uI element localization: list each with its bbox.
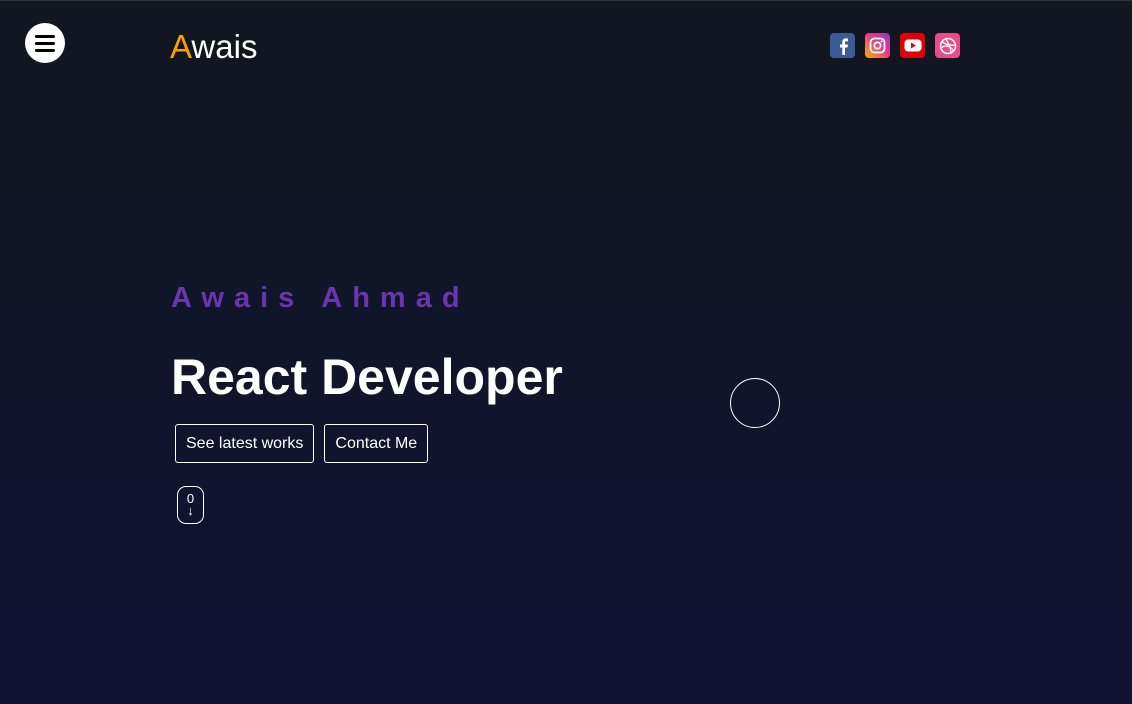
hero-actions: See latest works Contact Me xyxy=(175,424,429,463)
youtube-icon xyxy=(904,39,921,52)
logo[interactable]: Awais xyxy=(170,28,257,66)
instagram-link[interactable] xyxy=(865,33,890,58)
arrow-down-icon: ↓ xyxy=(187,503,194,518)
dribbble-link[interactable] xyxy=(935,33,960,58)
logo-text: wais xyxy=(191,28,258,65)
dribbble-icon xyxy=(939,37,956,54)
menu-button[interactable] xyxy=(25,23,65,63)
logo-accent: A xyxy=(170,28,192,65)
instagram-icon xyxy=(869,37,886,54)
scroll-down-indicator[interactable]: 0 ↓ xyxy=(177,486,204,524)
hero-name: Awais Ahmad xyxy=(171,282,470,314)
hamburger-icon xyxy=(35,34,55,52)
hero-title: React Developer xyxy=(171,349,563,405)
facebook-link[interactable] xyxy=(830,33,855,58)
social-links xyxy=(830,33,960,58)
youtube-link[interactable] xyxy=(900,33,925,58)
facebook-icon xyxy=(839,37,848,55)
see-latest-works-button[interactable]: See latest works xyxy=(175,424,315,463)
contact-me-button[interactable]: Contact Me xyxy=(324,424,429,463)
cursor-follower-ring xyxy=(730,378,780,428)
